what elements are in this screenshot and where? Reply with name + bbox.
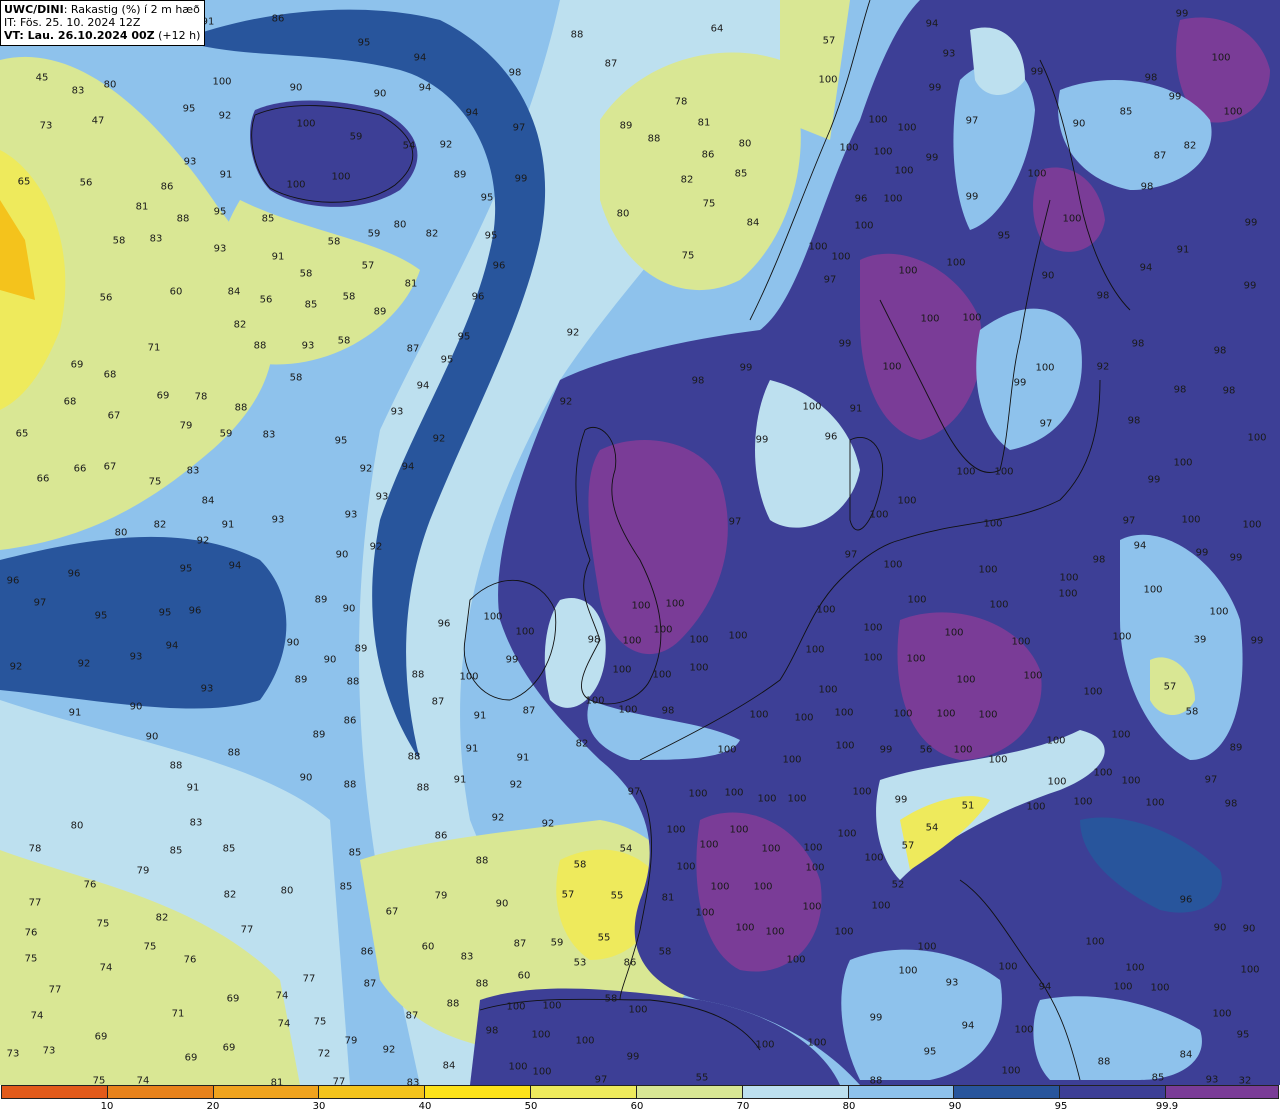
colorbar-segment-80-90 bbox=[848, 1086, 955, 1098]
colorbar-segment-50-60 bbox=[531, 1086, 637, 1098]
map-canvas[interactable]: 91 86 95 94 88 87 64 57 45 83 80 100 73 47 95 92 90 90 94 9… bbox=[0, 0, 1280, 1085]
colorbar-tick-label: 95 bbox=[1054, 1101, 1068, 1112]
variable-name: Rakastig (%) í 2 m hæð bbox=[70, 3, 200, 16]
colorbar-segment-40-50 bbox=[425, 1086, 532, 1098]
colorbar-segment-95-99.9 bbox=[1060, 1086, 1167, 1098]
colorbar-segment-10-20 bbox=[107, 1086, 214, 1098]
colorbar: 10 20 30 40 50 60 70 80 90 95 99.9 bbox=[0, 1085, 1280, 1115]
colorbar-tick-label: 20 bbox=[206, 1101, 220, 1112]
colorbar-bar bbox=[1, 1085, 1279, 1099]
colorbar-tick-label: 40 bbox=[418, 1101, 432, 1112]
valid-time: VT: Lau. 26.10.2024 00Z bbox=[4, 29, 155, 42]
colorbar-segment-60-70 bbox=[636, 1086, 743, 1098]
colorbar-segment-lt10 bbox=[2, 1086, 108, 1098]
colorbar-tick-label: 30 bbox=[312, 1101, 326, 1112]
colorbar-tick-label: 10 bbox=[100, 1101, 114, 1112]
title-box: UWC/DINI: Rakastig (%) í 2 m hæð IT: Fös… bbox=[0, 0, 206, 46]
colorbar-tick-label: 50 bbox=[524, 1101, 538, 1112]
colorbar-segment-90-95 bbox=[954, 1086, 1061, 1098]
colorbar-tick-label: 99.9 bbox=[1155, 1101, 1179, 1112]
colorbar-tick-label: 70 bbox=[736, 1101, 750, 1112]
init-time: IT: Fös. 25. 10. 2024 12Z bbox=[4, 16, 141, 29]
colorbar-segment-20-30 bbox=[213, 1086, 320, 1098]
lead-time: (+12 h) bbox=[158, 29, 201, 42]
colorbar-tick-label: 60 bbox=[630, 1101, 644, 1112]
field-moist-west bbox=[0, 536, 287, 709]
colorbar-tick-label: 90 bbox=[948, 1101, 962, 1112]
colorbar-segment-gt99.9 bbox=[1166, 1086, 1278, 1098]
colorbar-segment-70-80 bbox=[742, 1086, 849, 1098]
colorbar-tick-label: 80 bbox=[842, 1101, 856, 1112]
colorbar-segment-30-40 bbox=[319, 1086, 426, 1098]
model-name: UWC/DINI bbox=[4, 3, 64, 16]
humidity-field bbox=[0, 0, 1280, 1085]
